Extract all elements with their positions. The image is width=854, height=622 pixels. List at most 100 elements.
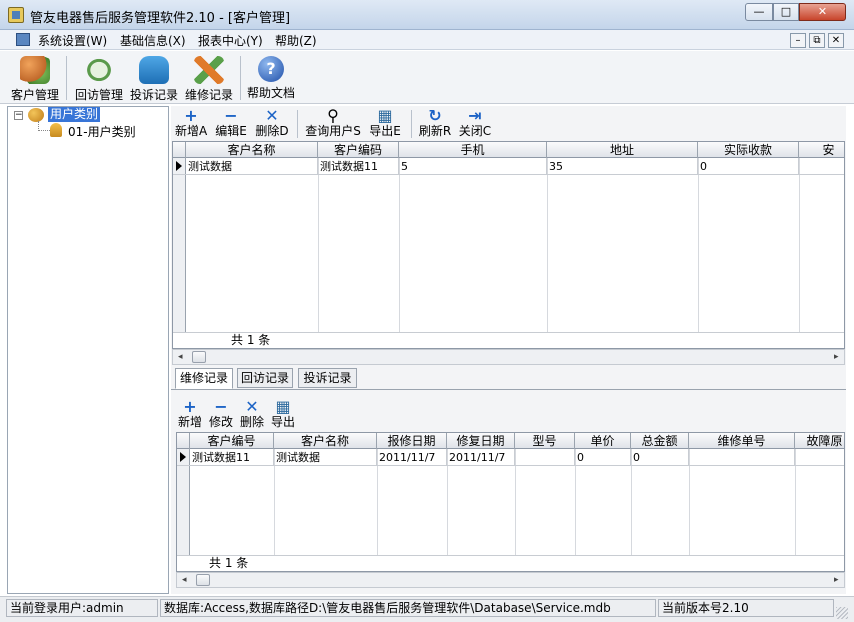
exit-door-icon: ⇥ (468, 106, 482, 125)
cell-mobile[interactable]: 5 (399, 158, 547, 175)
col-fault-reason[interactable]: 故障原 (795, 433, 844, 449)
cell-address[interactable]: 35 (547, 158, 698, 175)
repair-records-button[interactable]: 维修记录 (182, 53, 236, 103)
document-menu-icon[interactable] (16, 33, 30, 46)
col-model[interactable]: 型号 (515, 433, 575, 449)
cell-customer-name[interactable]: 测试数据 (186, 158, 318, 175)
refresh-label: 刷新R (418, 124, 452, 138)
help-docs-label: 帮助文档 (246, 86, 295, 100)
tab-complaint-records[interactable]: 投诉记录 (298, 368, 357, 388)
cell-repair-number[interactable] (689, 449, 795, 466)
col-address[interactable]: 地址 (547, 142, 698, 158)
mdi-restore-button[interactable]: ⧉ (809, 33, 825, 48)
repair-grid-footer: 共 1 条 (177, 555, 844, 571)
refresh-button[interactable]: ↻ 刷新R (417, 108, 453, 140)
scroll-left-arrow[interactable]: ◂ (178, 352, 183, 362)
menu-report-center[interactable]: 报表中心(Y) (198, 32, 263, 49)
refresh-icon: ↻ (428, 106, 442, 125)
add-customer-label: 新增A (175, 124, 208, 138)
search-user-label: 查询用户S (305, 124, 361, 138)
tab-callback-records[interactable]: 回访记录 (237, 368, 293, 388)
delete-icon: ✕ (245, 397, 259, 416)
category-tree[interactable]: − 用户类别 01-用户类别 (7, 106, 169, 594)
help-icon: ? (258, 56, 284, 82)
mdi-close-button[interactable]: ✕ (828, 33, 844, 48)
table-row[interactable]: 测试数据 测试数据11 5 35 0 (173, 158, 844, 175)
col-customer-name[interactable]: 客户名称 (274, 433, 377, 449)
close-window-button[interactable]: ✕ (799, 3, 846, 21)
col-actual-received[interactable]: 实际收款 (698, 142, 799, 158)
help-docs-button[interactable]: ? 帮助文档 (244, 53, 298, 103)
customer-record-count: 共 1 条 (231, 333, 271, 347)
tree-collapse-toggle[interactable]: − (14, 111, 23, 120)
repair-grid[interactable]: 客户编号 客户名称 报修日期 修复日期 型号 单价 总金额 维修单号 故障原 测… (176, 432, 845, 572)
tree-root-node[interactable]: 用户类别 (48, 107, 101, 122)
close-panel-button[interactable]: ⇥ 关闭C (457, 108, 493, 140)
scroll-right-arrow[interactable]: ▸ (834, 575, 839, 585)
cell-unit-price[interactable]: 0 (575, 449, 631, 466)
repair-records-label: 维修记录 (184, 88, 233, 102)
col-mobile[interactable]: 手机 (399, 142, 547, 158)
cell-repair-date[interactable]: 2011/11/7 (447, 449, 515, 466)
menu-system-settings[interactable]: 系统设置(W) (38, 32, 107, 49)
cell-report-date[interactable]: 2011/11/7 (377, 449, 447, 466)
current-row-arrow-icon (180, 452, 186, 462)
cell-total-amount[interactable]: 0 (631, 449, 689, 466)
menu-help[interactable]: 帮助(Z) (275, 32, 317, 49)
export-customer-button[interactable]: ▦ 导出E (367, 108, 403, 140)
menu-basic-info[interactable]: 基础信息(X) (120, 32, 186, 49)
search-user-button[interactable]: ⚲ 查询用户S (304, 108, 362, 140)
repair-grid-hscrollbar[interactable]: ◂ ▸ (176, 572, 845, 588)
users-icon (20, 56, 50, 84)
col-truncated[interactable]: 安 (799, 142, 844, 158)
delete-customer-button[interactable]: ✕ 删除D (255, 108, 289, 140)
export-repair-button[interactable]: ▦ 导出 (269, 399, 297, 431)
modify-repair-label: 修改 (208, 415, 233, 429)
cell-actual-received[interactable]: 0 (698, 158, 799, 175)
scroll-thumb[interactable] (196, 574, 210, 586)
col-unit-price[interactable]: 单价 (575, 433, 631, 449)
add-repair-button[interactable]: + 新增 (176, 399, 204, 431)
export-customer-label: 导出E (369, 124, 401, 138)
col-customer-number[interactable]: 客户编号 (190, 433, 274, 449)
tab-repair-records[interactable]: 维修记录 (175, 368, 233, 389)
callback-management-button[interactable]: 回访管理 (72, 53, 126, 103)
modify-repair-button[interactable]: − 修改 (207, 399, 235, 431)
customer-management-label: 客户管理 (10, 88, 59, 102)
scroll-thumb[interactable] (192, 351, 206, 363)
col-report-date[interactable]: 报修日期 (377, 433, 447, 449)
toolbar-separator (297, 110, 298, 138)
toolbar-separator (240, 56, 241, 100)
cell-customer-name[interactable]: 测试数据 (274, 449, 377, 466)
scroll-right-arrow[interactable]: ▸ (834, 352, 839, 362)
col-customer-name[interactable]: 客户名称 (186, 142, 318, 158)
tree-node-user-category[interactable]: 01-用户类别 (68, 123, 136, 140)
cell-truncated[interactable] (799, 158, 844, 175)
cell-model[interactable] (515, 449, 575, 466)
header-corner (177, 433, 190, 449)
cell-customer-code[interactable]: 测试数据11 (318, 158, 399, 175)
export-repair-label: 导出 (270, 415, 295, 429)
complaint-records-button[interactable]: 投诉记录 (127, 53, 181, 103)
col-total-amount[interactable]: 总金额 (631, 433, 689, 449)
col-repair-number[interactable]: 维修单号 (689, 433, 795, 449)
add-customer-button[interactable]: + 新增A (175, 108, 207, 140)
maximize-button[interactable]: □ (773, 3, 799, 21)
col-repair-date[interactable]: 修复日期 (447, 433, 515, 449)
col-customer-code[interactable]: 客户编码 (318, 142, 399, 158)
cell-fault-reason[interactable] (795, 449, 844, 466)
customer-management-button[interactable]: 客户管理 (8, 53, 62, 103)
scroll-left-arrow[interactable]: ◂ (182, 575, 187, 585)
resize-grip-icon[interactable] (836, 607, 848, 619)
delete-repair-button[interactable]: ✕ 删除 (238, 399, 266, 431)
current-row-arrow-icon (176, 161, 182, 171)
cell-customer-number[interactable]: 测试数据11 (190, 449, 274, 466)
toolbar-separator (66, 56, 67, 100)
minimize-button[interactable]: — (745, 3, 773, 21)
edit-customer-button[interactable]: − 编辑E (215, 108, 247, 140)
table-row[interactable]: 测试数据11 测试数据 2011/11/7 2011/11/7 0 0 (177, 449, 844, 466)
customer-grid-hscrollbar[interactable]: ◂ ▸ (172, 349, 845, 365)
mdi-minimize-button[interactable]: – (790, 33, 806, 48)
status-current-user: 当前登录用户:admin (6, 599, 158, 617)
customer-grid[interactable]: 客户名称 客户编码 手机 地址 实际收款 安 测试数据 测试数据11 5 35 … (172, 141, 845, 349)
